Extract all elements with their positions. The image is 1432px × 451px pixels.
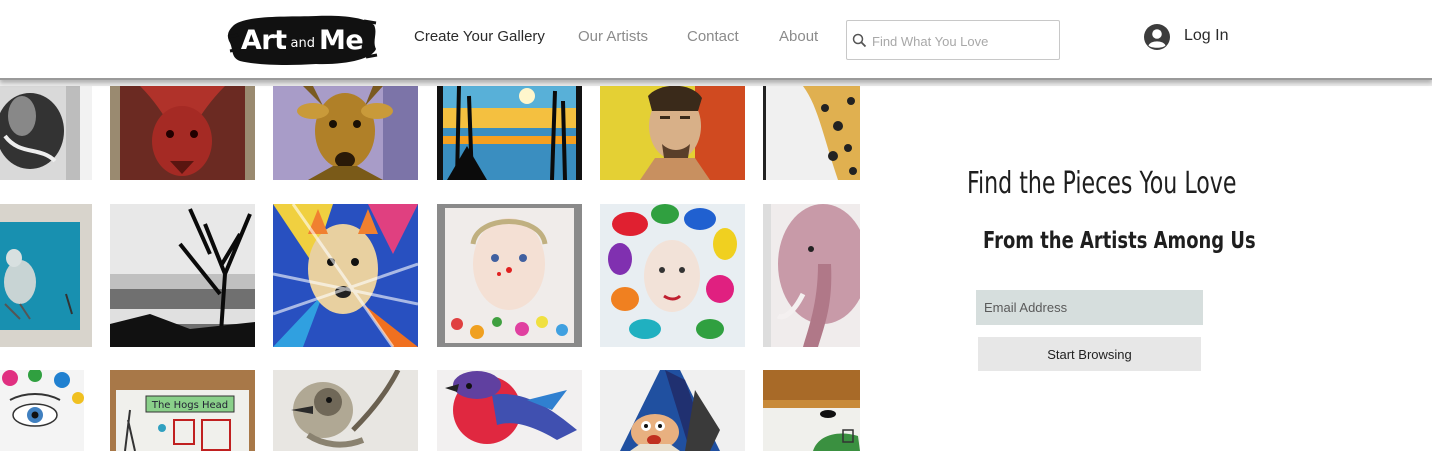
art-gallery-grid: The Hogs Head [0, 86, 860, 451]
hero-subheadline: From the Artists Among Us [983, 228, 1256, 254]
email-field[interactable] [976, 290, 1203, 325]
header-divider [0, 80, 1432, 86]
artwork-pink-elephant[interactable] [763, 204, 860, 347]
hogs-head-sign-text: The Hogs Head [151, 400, 228, 411]
artwork-red-dragon[interactable] [110, 86, 255, 180]
avatar-icon[interactable] [1143, 23, 1171, 51]
artwork-wooden-landscape[interactable] [763, 370, 860, 451]
hero-headline: Find the Pieces You Love [967, 166, 1237, 201]
logo-word-me: Me [318, 24, 364, 56]
artwork-rabbit-sketch[interactable] [0, 86, 92, 180]
search-box[interactable] [846, 20, 1060, 60]
nav-contact[interactable]: Contact [687, 28, 739, 45]
nav-create-gallery[interactable]: Create Your Gallery [414, 28, 545, 45]
artwork-girl-watercolor[interactable] [437, 204, 582, 347]
artwork-colorful-woman[interactable] [600, 204, 745, 347]
search-icon[interactable] [852, 33, 867, 48]
logo-word-art: Art [240, 24, 287, 56]
logo[interactable]: Art and Me [226, 11, 378, 69]
artwork-sunset-lake[interactable] [437, 86, 582, 180]
login-link[interactable]: Log In [1184, 27, 1228, 45]
artwork-kookaburra-sketch[interactable] [273, 370, 418, 451]
site-header: Art and Me Create Your Gallery Our Artis… [0, 0, 1432, 80]
search-input[interactable] [870, 30, 1059, 52]
artwork-the-hogs-head-sign[interactable]: The Hogs Head [110, 370, 255, 451]
start-browsing-button[interactable]: Start Browsing [978, 337, 1201, 371]
artwork-blue-duck[interactable] [0, 204, 92, 347]
nav-our-artists[interactable]: Our Artists [578, 28, 648, 45]
logo-word-and: and [290, 35, 315, 51]
artwork-man-portrait[interactable] [600, 86, 745, 180]
artwork-black-white-tree[interactable] [110, 204, 255, 347]
artwork-deer-portrait[interactable] [273, 86, 418, 180]
nav-about[interactable]: About [779, 28, 818, 45]
artwork-eye-painting[interactable] [0, 370, 84, 451]
artwork-gnome-rock[interactable] [600, 370, 745, 451]
artwork-leopard[interactable] [763, 86, 860, 180]
artwork-colorful-fox[interactable] [273, 204, 418, 347]
artwork-robin-bird[interactable] [437, 370, 582, 451]
